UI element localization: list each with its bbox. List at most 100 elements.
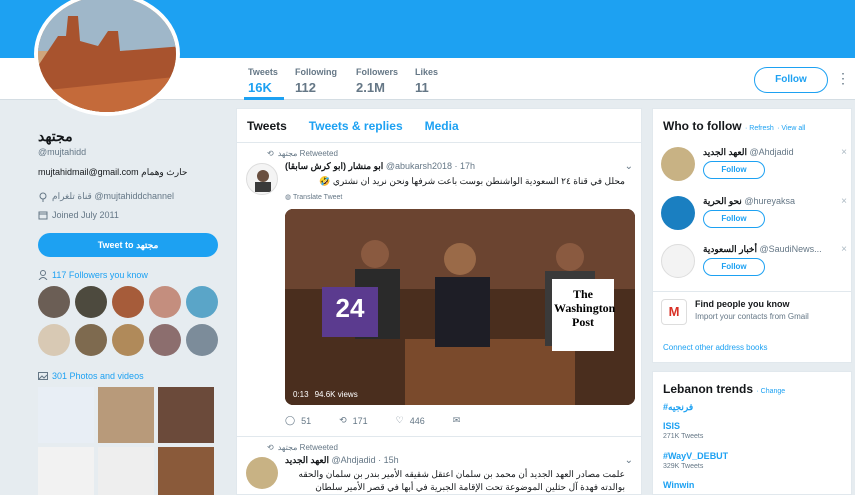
tweet-avatar[interactable] — [246, 163, 278, 195]
trend-name: ISIS — [663, 421, 681, 431]
suggestion-follow-button[interactable]: Follow — [703, 258, 765, 276]
follower-avatar[interactable] — [112, 286, 144, 318]
follow-button[interactable]: Follow — [754, 67, 828, 93]
tweet-author[interactable]: (ابو منشار (ابو كرش سابقا — [285, 161, 383, 171]
stat-label: Tweets — [248, 67, 278, 77]
follower-avatar[interactable] — [186, 324, 218, 356]
like-action[interactable]: ♡ 446 — [396, 415, 425, 426]
timeline-tabs: Tweets Tweets & replies Media — [237, 109, 641, 143]
suggestion-name[interactable]: نحو الحرية @hureyaksa — [703, 196, 795, 207]
chevron-down-icon[interactable]: ⌄ — [625, 161, 633, 172]
retweet-action[interactable]: ⟲ 171 — [339, 415, 368, 426]
photo-thumb[interactable] — [158, 387, 214, 443]
photos-videos-label: 301 Photos and videos — [52, 371, 144, 381]
stat-likes[interactable]: Likes 11 — [415, 67, 438, 95]
dm-action[interactable]: ✉ — [453, 415, 461, 426]
suggestion-display-name: نحو الحرية — [703, 196, 742, 206]
stat-following[interactable]: Following 112 — [295, 67, 337, 95]
photos-grid — [38, 387, 214, 495]
change-link[interactable]: · Change — [756, 388, 785, 395]
video-time: 0:13 — [293, 390, 309, 399]
tweet-to-button[interactable]: Tweet to مجتهد — [38, 233, 218, 257]
dismiss-icon[interactable]: × — [841, 244, 847, 255]
tweet-time[interactable]: · 17h — [455, 161, 476, 171]
who-to-follow-heading: Who to follow — [663, 119, 742, 133]
followers-you-know[interactable]: 117 Followers you know — [38, 270, 148, 280]
tweet-video[interactable]: 24 The Washington Post 0:13 94.6K views — [285, 209, 635, 405]
photo-thumb[interactable] — [38, 447, 94, 495]
retweet-count: 171 — [352, 415, 368, 426]
trend-item[interactable]: ISIS 271K Tweets — [663, 421, 703, 440]
dismiss-icon[interactable]: × — [841, 147, 847, 158]
tweet-author[interactable]: العهد الجديد — [285, 455, 329, 465]
profile-bio: mujtahidmail@gmail.com حارث وهمام — [38, 167, 188, 177]
suggestion-handle: @SaudiNews... — [759, 244, 822, 254]
suggestion-avatar[interactable] — [661, 147, 695, 181]
follower-avatar[interactable] — [112, 324, 144, 356]
tab-tweets-replies[interactable]: Tweets & replies — [309, 119, 403, 133]
stat-value: 16K — [248, 80, 272, 95]
suggestion-handle: @Ahdjadid — [749, 147, 794, 157]
trend-item[interactable]: #WayV_DEBUT 329K Tweets — [663, 451, 728, 470]
tab-tweets[interactable]: Tweets — [247, 119, 287, 133]
reply-action[interactable]: ◯ 51 — [285, 415, 311, 426]
trend-name: #فرنجيه — [663, 402, 694, 412]
tweet-handle[interactable]: @abukarsh2018 — [386, 161, 452, 171]
trend-item[interactable]: Winwin — [663, 480, 694, 490]
chevron-down-icon[interactable]: ⌄ — [625, 455, 633, 466]
suggestion-name[interactable]: العهد الجديد @Ahdjadid — [703, 147, 794, 158]
tweet-time[interactable]: · 15h — [378, 455, 399, 465]
follower-avatar[interactable] — [38, 324, 70, 356]
retweet-icon: ⟲ — [339, 415, 347, 425]
dismiss-icon[interactable]: × — [841, 196, 847, 207]
tab-media[interactable]: Media — [425, 119, 459, 133]
follower-avatar[interactable] — [149, 286, 181, 318]
more-dots-icon[interactable]: ⋮ — [836, 71, 850, 87]
translate-tweet[interactable]: ◍ Translate Tweet — [285, 193, 342, 201]
user-icon — [38, 270, 48, 280]
profile-handle[interactable]: @mujtahidd — [38, 147, 86, 157]
tweet-header: العهد الجديد @Ahdjadid · 15h — [285, 455, 399, 466]
suggestion-avatar[interactable] — [661, 196, 695, 230]
tweet-text: محلل في قناة ٢٤ السعودية الواشنطن بوست ب… — [319, 176, 625, 186]
find-people-sub: Import your contacts from Gmail — [695, 312, 809, 321]
stat-label: Followers — [356, 67, 399, 77]
channel-24-label: 24 — [335, 293, 365, 323]
heart-icon: ♡ — [395, 415, 404, 425]
photos-videos[interactable]: 301 Photos and videos — [38, 371, 144, 381]
refresh-link[interactable]: · Refresh — [745, 125, 774, 132]
tweet-handle[interactable]: @Ahdjadid — [331, 455, 375, 465]
suggestion-name[interactable]: أخبار السعودية @SaudiNews... — [703, 244, 822, 255]
globe-icon: ◍ — [285, 194, 292, 201]
stat-label: Following — [295, 67, 337, 77]
connect-address-books[interactable]: Connect other address books — [663, 343, 768, 352]
profile-name: مجتهد — [38, 128, 73, 144]
stat-tweets[interactable]: Tweets 16K — [244, 67, 284, 100]
followers-grid — [38, 286, 222, 356]
trend-count: 271K Tweets — [663, 433, 704, 440]
stat-followers[interactable]: Followers 2.1M — [356, 67, 398, 95]
reply-count: 51 — [301, 415, 312, 426]
stat-value: 112 — [295, 80, 316, 95]
suggestion-follow-button[interactable]: Follow — [703, 210, 765, 228]
trend-item[interactable]: #فرنجيه — [663, 402, 693, 413]
tweet[interactable]: ⟲ مجتهد Retweeted (ابو منشار (ابو كرش سا… — [237, 143, 641, 437]
trends-heading: Lebanon trends — [663, 382, 754, 396]
follower-avatar[interactable] — [75, 286, 107, 318]
photo-thumb[interactable] — [158, 447, 214, 495]
tweet[interactable]: ⟲ مجتهد Retweeted العهد الجديد @Ahdjadid… — [237, 437, 641, 494]
follower-avatar[interactable] — [38, 286, 70, 318]
follower-avatar[interactable] — [149, 324, 181, 356]
channel-text[interactable]: قناة تلغرام @mujtahiddchannel — [52, 191, 174, 202]
suggestion-avatar[interactable] — [661, 244, 695, 278]
follower-avatar[interactable] — [186, 286, 218, 318]
photo-thumb[interactable] — [98, 387, 154, 443]
tweet-avatar[interactable] — [246, 457, 278, 489]
view-all-link[interactable]: · View all — [777, 125, 805, 132]
follower-avatar[interactable] — [75, 324, 107, 356]
suggestion-follow-button[interactable]: Follow — [703, 161, 765, 179]
translate-label: Translate Tweet — [292, 194, 343, 201]
washington-post-label: The Washington Post — [554, 287, 616, 329]
photo-thumb[interactable] — [38, 387, 94, 443]
photo-thumb[interactable] — [98, 447, 154, 495]
